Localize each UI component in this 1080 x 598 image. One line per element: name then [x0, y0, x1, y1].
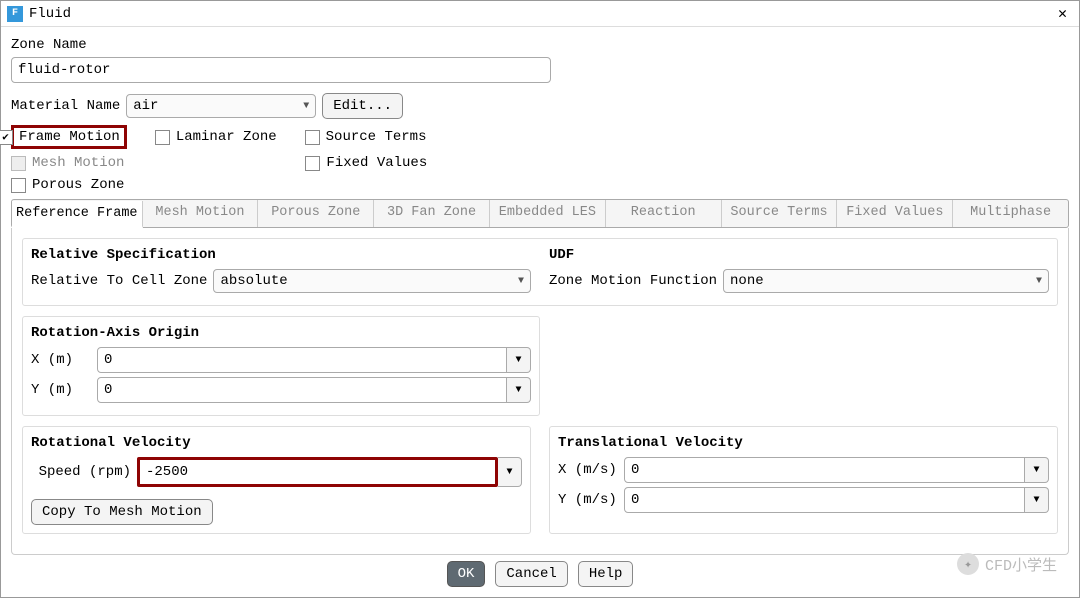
tab-bar: Reference Frame Mesh Motion Porous Zone … [11, 199, 1069, 228]
y-velocity-input[interactable] [624, 487, 1025, 513]
window-title: Fluid [29, 6, 71, 22]
relative-label: Relative To Cell Zone [31, 273, 207, 289]
cancel-button[interactable]: Cancel [495, 561, 567, 587]
frame-motion-checkbox[interactable] [0, 130, 13, 145]
tab-reaction[interactable]: Reaction [606, 200, 722, 227]
frame-motion-label: Frame Motion [19, 129, 120, 145]
y-ms-label: Y (m/s) [558, 492, 618, 508]
laminar-zone-checkbox[interactable] [155, 130, 170, 145]
x-velocity-input[interactable] [624, 457, 1025, 483]
y-origin-input[interactable] [97, 377, 507, 403]
x-origin-drop[interactable]: ▼ [507, 347, 531, 373]
watermark: ✦ CFD小学生 [957, 553, 1057, 575]
udf-title: UDF [549, 247, 1049, 263]
udf-value: none [730, 273, 764, 289]
footer: OK Cancel Help [1, 561, 1079, 587]
laminar-zone-label: Laminar Zone [176, 129, 277, 145]
x-m-label: X (m) [31, 352, 91, 368]
material-value: air [133, 98, 158, 114]
relative-spec-title: Relative Specification [31, 247, 531, 263]
fixed-values-checkbox[interactable] [305, 156, 320, 171]
x-ms-label: X (m/s) [558, 462, 618, 478]
x-origin-input[interactable] [97, 347, 507, 373]
udf-label: Zone Motion Function [549, 273, 717, 289]
tab-multiphase[interactable]: Multiphase [953, 200, 1068, 227]
titlebar: F Fluid ✕ [1, 1, 1079, 27]
speed-drop[interactable]: ▼ [498, 457, 522, 487]
rotational-velocity-title: Rotational Velocity [31, 435, 522, 451]
source-terms-checkbox[interactable] [305, 130, 320, 145]
help-button[interactable]: Help [578, 561, 634, 587]
tab-porous-zone[interactable]: Porous Zone [258, 200, 374, 227]
speed-input[interactable] [137, 457, 498, 487]
app-icon: F [7, 6, 23, 22]
tab-3d-fan-zone[interactable]: 3D Fan Zone [374, 200, 490, 227]
tab-embedded-les[interactable]: Embedded LES [490, 200, 606, 227]
relative-value: absolute [220, 273, 287, 289]
speed-label: Speed (rpm) [31, 464, 131, 480]
mesh-motion-checkbox [11, 156, 26, 171]
chevron-down-icon: ▼ [1036, 276, 1042, 287]
copy-to-mesh-motion-button[interactable]: Copy To Mesh Motion [31, 499, 213, 525]
close-icon[interactable]: ✕ [1052, 4, 1073, 23]
fluid-dialog: F Fluid ✕ Zone Name Material Name air ▼ … [0, 0, 1080, 598]
mesh-motion-label: Mesh Motion [32, 155, 124, 171]
tab-fixed-values[interactable]: Fixed Values [837, 200, 953, 227]
y-m-label: Y (m) [31, 382, 91, 398]
translational-velocity-title: Translational Velocity [558, 435, 1049, 451]
edit-button[interactable]: Edit... [322, 93, 403, 119]
udf-select[interactable]: none ▼ [723, 269, 1049, 293]
content: Zone Name Material Name air ▼ Edit... Fr… [1, 27, 1079, 563]
tab-reference-frame[interactable]: Reference Frame [12, 201, 143, 228]
fixed-values-label: Fixed Values [326, 155, 427, 171]
material-select[interactable]: air ▼ [126, 94, 316, 118]
porous-zone-label: Porous Zone [32, 177, 124, 193]
rotation-origin-title: Rotation-Axis Origin [31, 325, 531, 341]
chevron-down-icon: ▼ [303, 101, 309, 112]
ok-button[interactable]: OK [447, 561, 486, 587]
frame-motion-highlight: Frame Motion [11, 125, 127, 149]
y-velocity-drop[interactable]: ▼ [1025, 487, 1049, 513]
porous-zone-checkbox[interactable] [11, 178, 26, 193]
x-velocity-drop[interactable]: ▼ [1025, 457, 1049, 483]
zone-name-label: Zone Name [11, 37, 1069, 53]
source-terms-label: Source Terms [326, 129, 427, 145]
material-name-label: Material Name [11, 98, 120, 114]
watermark-text: CFD小学生 [985, 554, 1057, 575]
reference-frame-panel: Relative Specification Relative To Cell … [11, 228, 1069, 555]
tab-mesh-motion[interactable]: Mesh Motion [143, 200, 259, 227]
y-origin-drop[interactable]: ▼ [507, 377, 531, 403]
tab-source-terms[interactable]: Source Terms [722, 200, 838, 227]
zone-name-input[interactable] [11, 57, 551, 83]
wechat-icon: ✦ [957, 553, 979, 575]
chevron-down-icon: ▼ [518, 276, 524, 287]
relative-select[interactable]: absolute ▼ [213, 269, 531, 293]
